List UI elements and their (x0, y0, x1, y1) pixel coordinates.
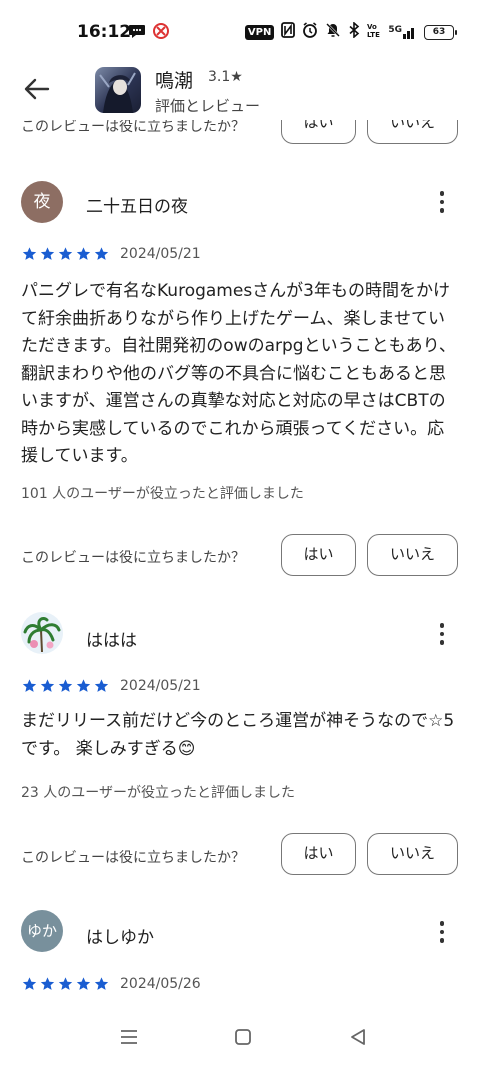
star-icon (76, 679, 91, 692)
star-icon (40, 247, 55, 260)
star-icon (94, 679, 109, 692)
bluetooth-icon (348, 21, 360, 42)
triangle-back-icon (349, 1028, 367, 1050)
reviewer-name: ははは (86, 631, 137, 651)
home-button[interactable] (228, 1024, 258, 1054)
avatar: 夜 (21, 181, 63, 223)
more-vert-icon (439, 921, 445, 926)
page-subtitle: 評価とレビュー (155, 97, 261, 115)
no-button[interactable]: いいえ (367, 833, 458, 875)
mute-icon (325, 22, 341, 42)
more-options-button[interactable] (430, 188, 454, 216)
alarm-icon (302, 22, 318, 42)
recent-apps-button[interactable] (114, 1024, 144, 1054)
menu-icon (119, 1028, 139, 1050)
more-options-button[interactable] (430, 918, 454, 946)
star-icon (22, 247, 37, 260)
helpful-question: このレビューは役に立ちましたか？ (21, 550, 245, 566)
svg-text:LTE: LTE (367, 31, 380, 38)
star-icon (40, 977, 55, 990)
review-text: まだリリース前だけど今のところ運営が神そうなので☆5です。 楽しみすぎる😊 (21, 711, 455, 759)
star-icon (76, 247, 91, 260)
review-date: 2024/05/21 (120, 246, 201, 262)
no-button[interactable]: いいえ (367, 534, 458, 576)
star-icon (76, 977, 91, 990)
system-nav-bar (0, 1010, 480, 1067)
avatar: ゆか (21, 910, 63, 952)
reviewer-name: はしゆか (86, 928, 154, 948)
star-icon (22, 977, 37, 990)
battery-icon: 63 (424, 24, 457, 40)
review-text: パニグレで有名なKurogamesさんが3年もの時間をかけて紆余曲折ありながら作… (21, 281, 456, 466)
app-rating: 3.1★ (208, 69, 243, 85)
star-rating (21, 976, 110, 992)
app-notification-icon (152, 22, 170, 44)
status-bar: 16:12 VPN Vo LTE 5G 63 (0, 0, 480, 62)
chat-bubble-icon (128, 23, 146, 43)
helpful-count: 23 人のユーザーが役立ったと評価しました (21, 785, 295, 801)
square-icon (234, 1028, 252, 1050)
star-icon (22, 679, 37, 692)
avatar (21, 612, 63, 654)
back-button[interactable] (20, 74, 54, 108)
app-header: 鳴潮 3.1★ 評価とレビュー (0, 62, 480, 120)
star-icon (94, 247, 109, 260)
more-options-button[interactable] (430, 620, 454, 648)
app-title: 鳴潮 (155, 70, 194, 92)
yes-button[interactable]: はい (281, 833, 356, 875)
palm-flower-avatar-image (23, 616, 61, 653)
more-vert-icon (439, 623, 445, 628)
helpful-question: このレビューは役に立ちましたか？ (21, 850, 245, 866)
back-arrow-icon (24, 78, 50, 104)
star-icon (40, 679, 55, 692)
vpn-badge: VPN (244, 24, 275, 40)
review-date: 2024/05/21 (120, 678, 201, 694)
status-time: 16:12 (77, 22, 132, 42)
volte-icon: Vo LTE (367, 22, 381, 42)
helpful-count: 101 人のユーザーが役立ったと評価しました (21, 486, 304, 502)
yes-button[interactable]: はい (281, 534, 356, 576)
back-nav-button[interactable] (343, 1024, 373, 1054)
svg-text:Vo: Vo (367, 23, 377, 31)
review-date: 2024/05/26 (120, 976, 201, 992)
more-vert-icon (439, 191, 445, 196)
star-icon (58, 679, 73, 692)
star-icon (58, 247, 73, 260)
reviewer-name: 二十五日の夜 (86, 197, 188, 217)
signal-icon: 5G (388, 25, 417, 39)
nfc-icon (281, 22, 296, 42)
star-rating (21, 678, 110, 694)
star-rating (21, 246, 110, 262)
star-icon (94, 977, 109, 990)
star-icon (58, 977, 73, 990)
app-icon (95, 67, 141, 113)
